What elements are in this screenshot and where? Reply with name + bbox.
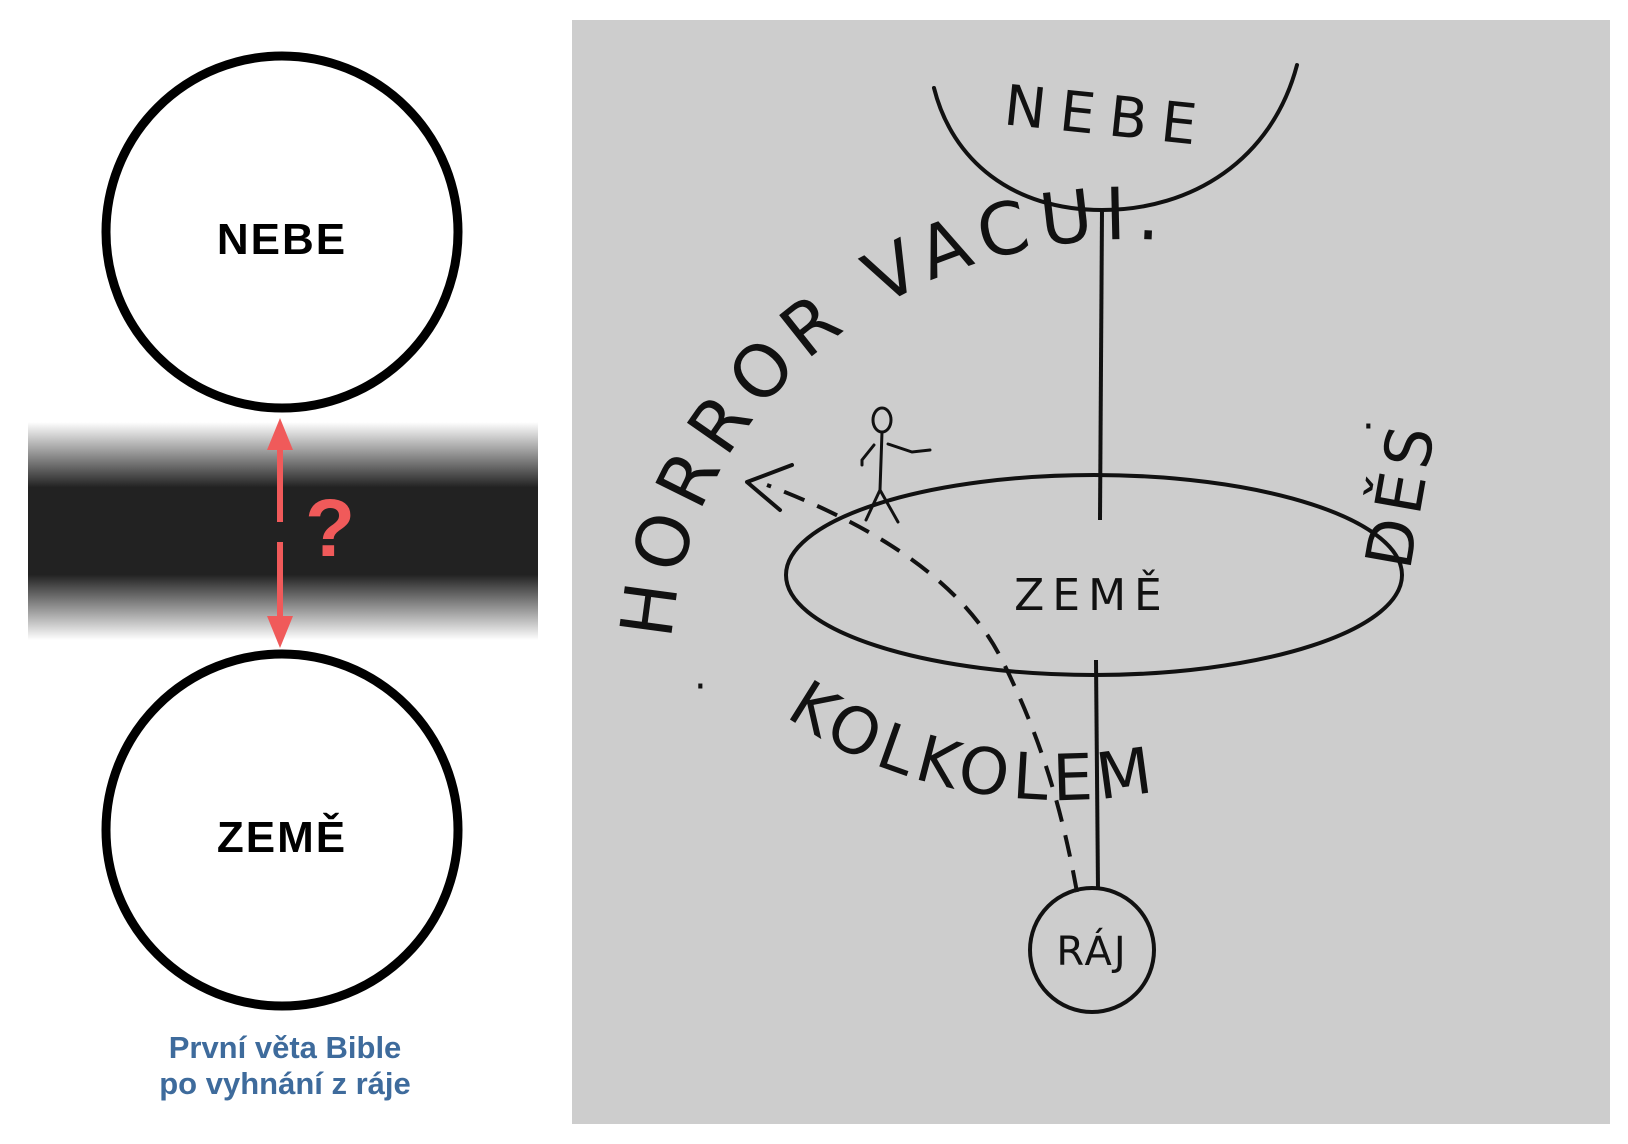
ring-dot-left: · (694, 664, 707, 710)
earth-circle-label: ZEMĚ (217, 812, 347, 862)
ring-dot-upper: · (1362, 404, 1375, 450)
sketch-panel: NEBE ZEMĚ RÁJ HORROR VACUI. KOLKOLEM DĚS (572, 20, 1610, 1124)
human-figure-icon (860, 406, 932, 524)
question-mark: ? (305, 483, 355, 574)
caption-line-2: po vyhnání z ráje (159, 1066, 411, 1101)
sketch-paradise-label: RÁJ (1056, 927, 1127, 975)
heaven-circle-label: NEBE (217, 215, 347, 264)
sketch-heaven-label: NEBE (1001, 73, 1214, 159)
sketch-earth-label: ZEMĚ (1014, 568, 1170, 621)
left-diagram: NEBE ZEMĚ ? (28, 51, 538, 1011)
caption-line-1: První věta Bible (168, 1030, 402, 1065)
ring-text-lower: KOLKOLEM (776, 667, 1162, 816)
caption: První věta Bible po vyhnání z ráje (80, 1030, 490, 1102)
